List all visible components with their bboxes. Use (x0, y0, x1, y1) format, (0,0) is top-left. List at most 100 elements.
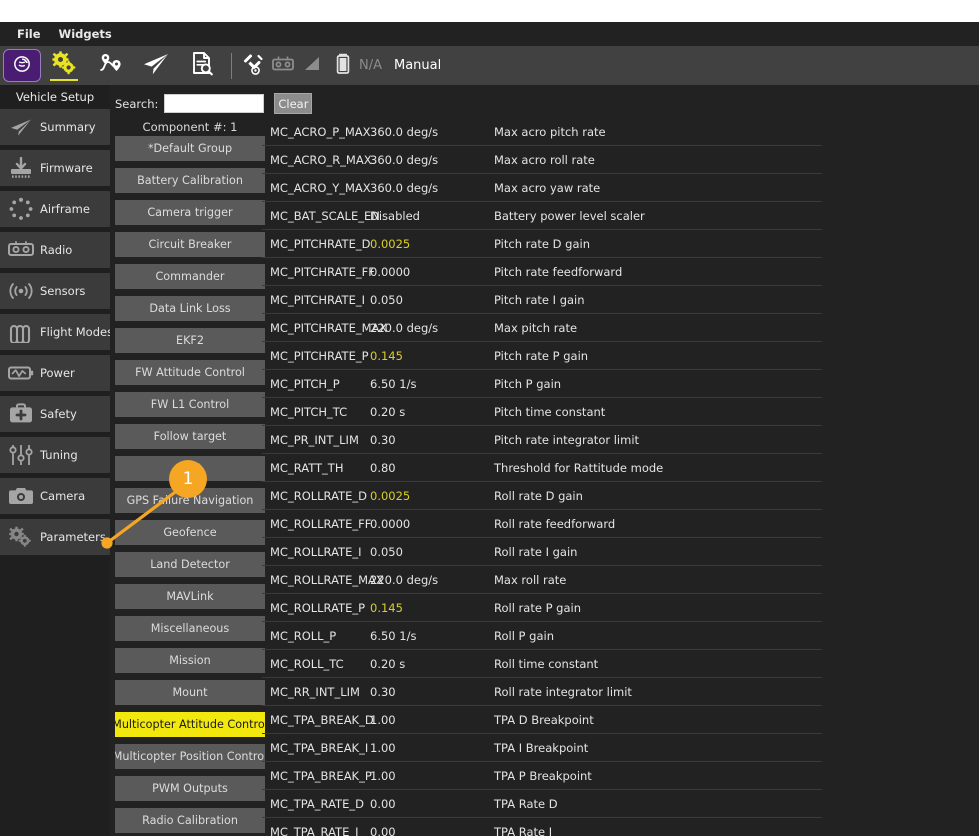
table-row[interactable]: MC_ROLLRATE_I 0.050 Roll rate I gain (262, 538, 822, 566)
sidebar-item-radio[interactable]: Radio (0, 232, 110, 268)
sidebar-item-flight-modes[interactable]: Flight Modes (0, 314, 113, 350)
toolbar-divider (231, 52, 232, 79)
table-row[interactable]: MC_ACRO_Y_MAX 360.0 deg/s Max acro yaw rat… (262, 174, 822, 202)
airframe-dots-icon (6, 196, 36, 222)
search-label: Search: (115, 96, 159, 111)
parameter-description: TPA Rate D (494, 796, 558, 811)
parameter-description: Roll rate feedforward (494, 516, 616, 531)
table-row[interactable]: MC_TPA_BREAK_I 1.00 TPA I Breakpoint (262, 734, 822, 762)
parameter-group-item[interactable]: Mission (115, 648, 265, 673)
table-row[interactable]: MC_ROLLRATE_MAX 220.0 deg/s Max roll rate (262, 566, 822, 594)
parameter-name: MC_PITCHRATE_FF (270, 264, 375, 279)
vehicle-setup-sidebar: Vehicle Setup Summary Firmware Airframe Rad… (0, 85, 113, 836)
parameter-value: 0.80 (370, 460, 396, 475)
parameter-name: MC_PITCH_P (270, 376, 340, 391)
sidebar-item-camera[interactable]: Camera (0, 478, 110, 514)
table-row[interactable]: MC_TPA_BREAK_D 1.00 TPA D Breakpoint (262, 706, 822, 734)
fly-view-button[interactable] (133, 46, 179, 85)
table-row[interactable]: MC_ROLLRATE_P 0.145 Roll rate P gain (262, 594, 822, 622)
sidebar-item-power[interactable]: Power (0, 355, 110, 391)
parameter-group-item[interactable]: Commander (115, 264, 265, 289)
parameter-group-item[interactable]: Multicopter Attitude Control (115, 712, 265, 737)
table-row[interactable]: MC_TPA_RATE_D 0.00 TPA Rate D (262, 790, 822, 818)
table-row[interactable]: MC_TPA_RATE_I 0.00 TPA Rate I (262, 818, 822, 836)
parameter-group-item[interactable]: Circuit Breaker (115, 232, 265, 257)
telemetry-signal-indicator[interactable] (298, 46, 328, 85)
parameter-group-item[interactable]: PWM Outputs (115, 776, 265, 801)
sidebar-item-label: Power (40, 366, 75, 380)
parameter-value: 0.0025 (370, 488, 411, 503)
table-row[interactable]: MC_ACRO_R_MAX 360.0 deg/s Max acro roll ra… (262, 146, 822, 174)
sidebar-item-airframe[interactable]: Airframe (0, 191, 110, 227)
menu-item-file[interactable]: File (8, 25, 50, 43)
table-row[interactable]: MC_PITCHRATE_MAX 220.0 deg/s Max pitch rat… (262, 314, 822, 342)
menu-item-widgets[interactable]: Widgets (50, 25, 121, 43)
table-row[interactable]: MC_ROLLRATE_D 0.0025 Roll rate D gain (262, 482, 822, 510)
table-row[interactable]: MC_PITCHRATE_P 0.145 Pitch rate P gain (262, 342, 822, 370)
sidebar-item-firmware[interactable]: Firmware (0, 150, 110, 186)
parameter-value: 1.00 (370, 712, 396, 727)
flight-mode-label[interactable]: Manual (394, 58, 441, 73)
parameter-name: MC_PITCHRATE_I (270, 292, 365, 307)
parameter-group-item[interactable]: FW Attitude Control (115, 360, 265, 385)
parameter-group-item[interactable]: Geofence (115, 520, 265, 545)
parameter-description: Roll rate integrator limit (494, 684, 632, 699)
table-row[interactable]: MC_PITCH_TC 0.20 s Pitch time constant (262, 398, 822, 426)
parameter-group-item[interactable]: MAVLink (115, 584, 265, 609)
parameter-description: Pitch rate D gain (494, 236, 591, 251)
clear-button[interactable]: Clear (274, 93, 313, 114)
table-row[interactable]: MC_TPA_BREAK_P 1.00 TPA P Breakpoint (262, 762, 822, 790)
parameter-group-item[interactable]: Battery Calibration (115, 168, 265, 193)
table-row[interactable]: MC_RATT_TH 0.80 Threshold for Rattitude mo… (262, 454, 822, 482)
sidebar-item-label: Camera (40, 489, 86, 503)
rc-status-indicator[interactable] (268, 46, 298, 85)
parameter-group-item[interactable]: FW L1 Control (115, 392, 265, 417)
table-row[interactable]: MC_PITCHRATE_FF 0.0000 Pitch rate feedforw… (262, 258, 822, 286)
table-row[interactable]: MC_ROLLRATE_FF 0.0000 Roll rate feedforwar… (262, 510, 822, 538)
parameter-name: MC_ROLL_P (270, 628, 337, 643)
parameter-rows: MC_ACRO_P_MAX 360.0 deg/s Max acro pitch r… (262, 118, 822, 836)
sidebar-item-sensors[interactable]: Sensors (0, 273, 110, 309)
table-row[interactable]: MC_BAT_SCALE_EN Disabled Battery power lev… (262, 202, 822, 230)
vehicle-setup-button[interactable] (41, 46, 87, 85)
table-row[interactable]: MC_ROLL_TC 0.20 s Roll time constant (262, 650, 822, 678)
parameter-name: MC_PR_INT_LIM (270, 432, 359, 447)
table-row[interactable]: MC_PITCHRATE_D 0.0025 Pitch rate D gain (262, 230, 822, 258)
parameter-name: MC_TPA_BREAK_D (270, 712, 374, 727)
analyze-button[interactable] (179, 46, 225, 85)
parameter-value: 0.30 (370, 684, 396, 699)
parameter-group-item[interactable]: EKF2 (115, 328, 265, 353)
sidebar-item-parameters[interactable]: Parameters (0, 519, 110, 555)
table-row[interactable]: MC_PR_INT_LIM 0.30 Pitch rate integrator l… (262, 426, 822, 454)
parameter-description: TPA P Breakpoint (494, 768, 592, 783)
firmware-download-icon (6, 155, 36, 181)
parameter-group-item[interactable]: Mount (115, 680, 265, 705)
sidebar-item-safety[interactable]: Safety (0, 396, 110, 432)
parameter-group-item[interactable]: Multicopter Position Control (115, 744, 265, 769)
table-row[interactable]: MC_RR_INT_LIM 0.30 Roll rate integrator li… (262, 678, 822, 706)
parameter-value: 220.0 deg/s (370, 572, 439, 587)
sidebar-item-summary[interactable]: Summary (0, 109, 110, 145)
parameter-value: 0.145 (370, 600, 403, 615)
parameter-group-item[interactable]: Radio Calibration (115, 808, 265, 833)
table-row[interactable]: MC_ACRO_P_MAX 360.0 deg/s Max acro pitch r… (262, 118, 822, 146)
battery-status-indicator[interactable] (328, 46, 358, 85)
table-row[interactable]: MC_ROLL_P 6.50 1/s Roll P gain (262, 622, 822, 650)
parameter-group-item[interactable]: Data Link Loss (115, 296, 265, 321)
search-input[interactable] (164, 94, 265, 113)
parameter-name: MC_ROLLRATE_I (270, 544, 362, 559)
parameter-group-item[interactable]: Camera trigger (115, 200, 265, 225)
home-qgc-logo-button[interactable] (3, 49, 41, 82)
parameter-group-item[interactable]: Miscellaneous (115, 616, 265, 641)
parameter-value: 0.20 s (370, 404, 406, 419)
parameter-name: MC_PITCHRATE_MAX (270, 320, 388, 335)
table-row[interactable]: MC_PITCHRATE_I 0.050 Pitch rate I gain (262, 286, 822, 314)
sidebar-item-tuning[interactable]: Tuning (0, 437, 110, 473)
plan-flight-button[interactable] (87, 46, 133, 85)
table-row[interactable]: MC_PITCH_P 6.50 1/s Pitch P gain (262, 370, 822, 398)
parameter-group-item[interactable]: *Default Group (115, 136, 265, 161)
paper-plane-icon (141, 51, 171, 81)
parameter-group-item[interactable]: Follow target (115, 424, 265, 449)
parameter-group-item[interactable]: Land Detector (115, 552, 265, 577)
gps-status-indicator[interactable] (238, 46, 268, 85)
